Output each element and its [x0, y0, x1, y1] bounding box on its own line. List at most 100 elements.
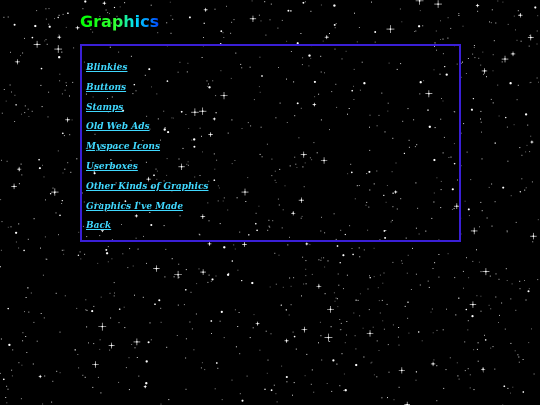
star [61, 203, 63, 204]
star [497, 0, 499, 2]
star [410, 289, 412, 290]
star [7, 307, 9, 310]
star [311, 273, 313, 275]
star [397, 336, 399, 338]
star [498, 322, 499, 323]
star [359, 256, 361, 258]
star [188, 16, 191, 19]
star [105, 248, 108, 251]
star [290, 285, 292, 287]
star [59, 331, 61, 333]
link-blinkies[interactable]: Blinkies [86, 63, 127, 73]
star [332, 359, 335, 362]
star [536, 77, 538, 79]
star [518, 361, 520, 363]
star [234, 309, 236, 311]
star [536, 30, 538, 32]
link-stamps[interactable]: Stamps [86, 103, 123, 113]
star [502, 186, 505, 189]
star [292, 331, 294, 333]
star [318, 285, 320, 288]
link-graphics-ive-made[interactable]: Graphics I've Made [86, 202, 183, 212]
star [221, 399, 223, 401]
star [374, 31, 377, 33]
star [252, 17, 254, 20]
star [427, 280, 429, 282]
star [251, 0, 253, 2]
star [359, 315, 361, 317]
star [10, 226, 12, 228]
star [66, 85, 67, 87]
link-userboxes[interactable]: Userboxes [86, 162, 138, 172]
star [514, 350, 516, 352]
star [400, 369, 403, 372]
star [530, 81, 532, 83]
star [480, 271, 482, 273]
star [24, 37, 25, 39]
list-item: Stamps [86, 96, 459, 116]
star [2, 378, 5, 381]
star [40, 313, 42, 314]
star [241, 279, 243, 282]
star [94, 363, 97, 366]
star [468, 215, 470, 217]
star [226, 5, 227, 7]
star [231, 379, 233, 381]
star [26, 352, 28, 353]
star [322, 40, 324, 42]
star [84, 376, 86, 378]
star [275, 283, 277, 285]
star [113, 282, 115, 284]
star [36, 340, 38, 342]
star [93, 343, 95, 345]
star [260, 20, 262, 22]
link-back[interactable]: Back [86, 221, 111, 231]
star [306, 353, 308, 355]
link-other-kinds-of-graphics[interactable]: Other Kinds of Graphics [86, 182, 209, 192]
page-title: Graphics [80, 12, 160, 31]
star [43, 176, 45, 178]
star [270, 3, 272, 5]
star [84, 253, 86, 255]
star [478, 261, 480, 263]
star [305, 275, 307, 277]
star [438, 254, 440, 255]
star [476, 249, 477, 251]
star [282, 286, 284, 288]
star [215, 275, 217, 277]
star [6, 385, 8, 387]
star [325, 36, 328, 38]
star [20, 163, 22, 165]
star [528, 342, 530, 344]
link-buttons[interactable]: Buttons [86, 83, 126, 93]
star [383, 272, 385, 274]
link-old-web-ads[interactable]: Old Web Ads [86, 122, 150, 132]
star [492, 102, 494, 104]
star [415, 30, 417, 32]
star [277, 27, 279, 29]
star [231, 21, 233, 23]
star [492, 54, 494, 56]
star [478, 57, 480, 59]
star [510, 195, 512, 197]
star [495, 296, 497, 298]
star [382, 320, 384, 322]
star [466, 257, 467, 259]
star [48, 91, 50, 93]
link-myspace-icons[interactable]: Myspace Icons [86, 142, 160, 152]
star [66, 118, 69, 121]
star [144, 385, 147, 388]
star [49, 193, 52, 195]
star [1, 159, 2, 161]
star [460, 62, 462, 64]
star [346, 321, 348, 322]
star [44, 375, 46, 377]
star [202, 271, 205, 273]
star [467, 58, 469, 59]
star [15, 104, 17, 106]
star [241, 399, 244, 402]
star [178, 276, 180, 278]
star [522, 359, 524, 360]
star [100, 296, 102, 298]
star [344, 389, 347, 392]
